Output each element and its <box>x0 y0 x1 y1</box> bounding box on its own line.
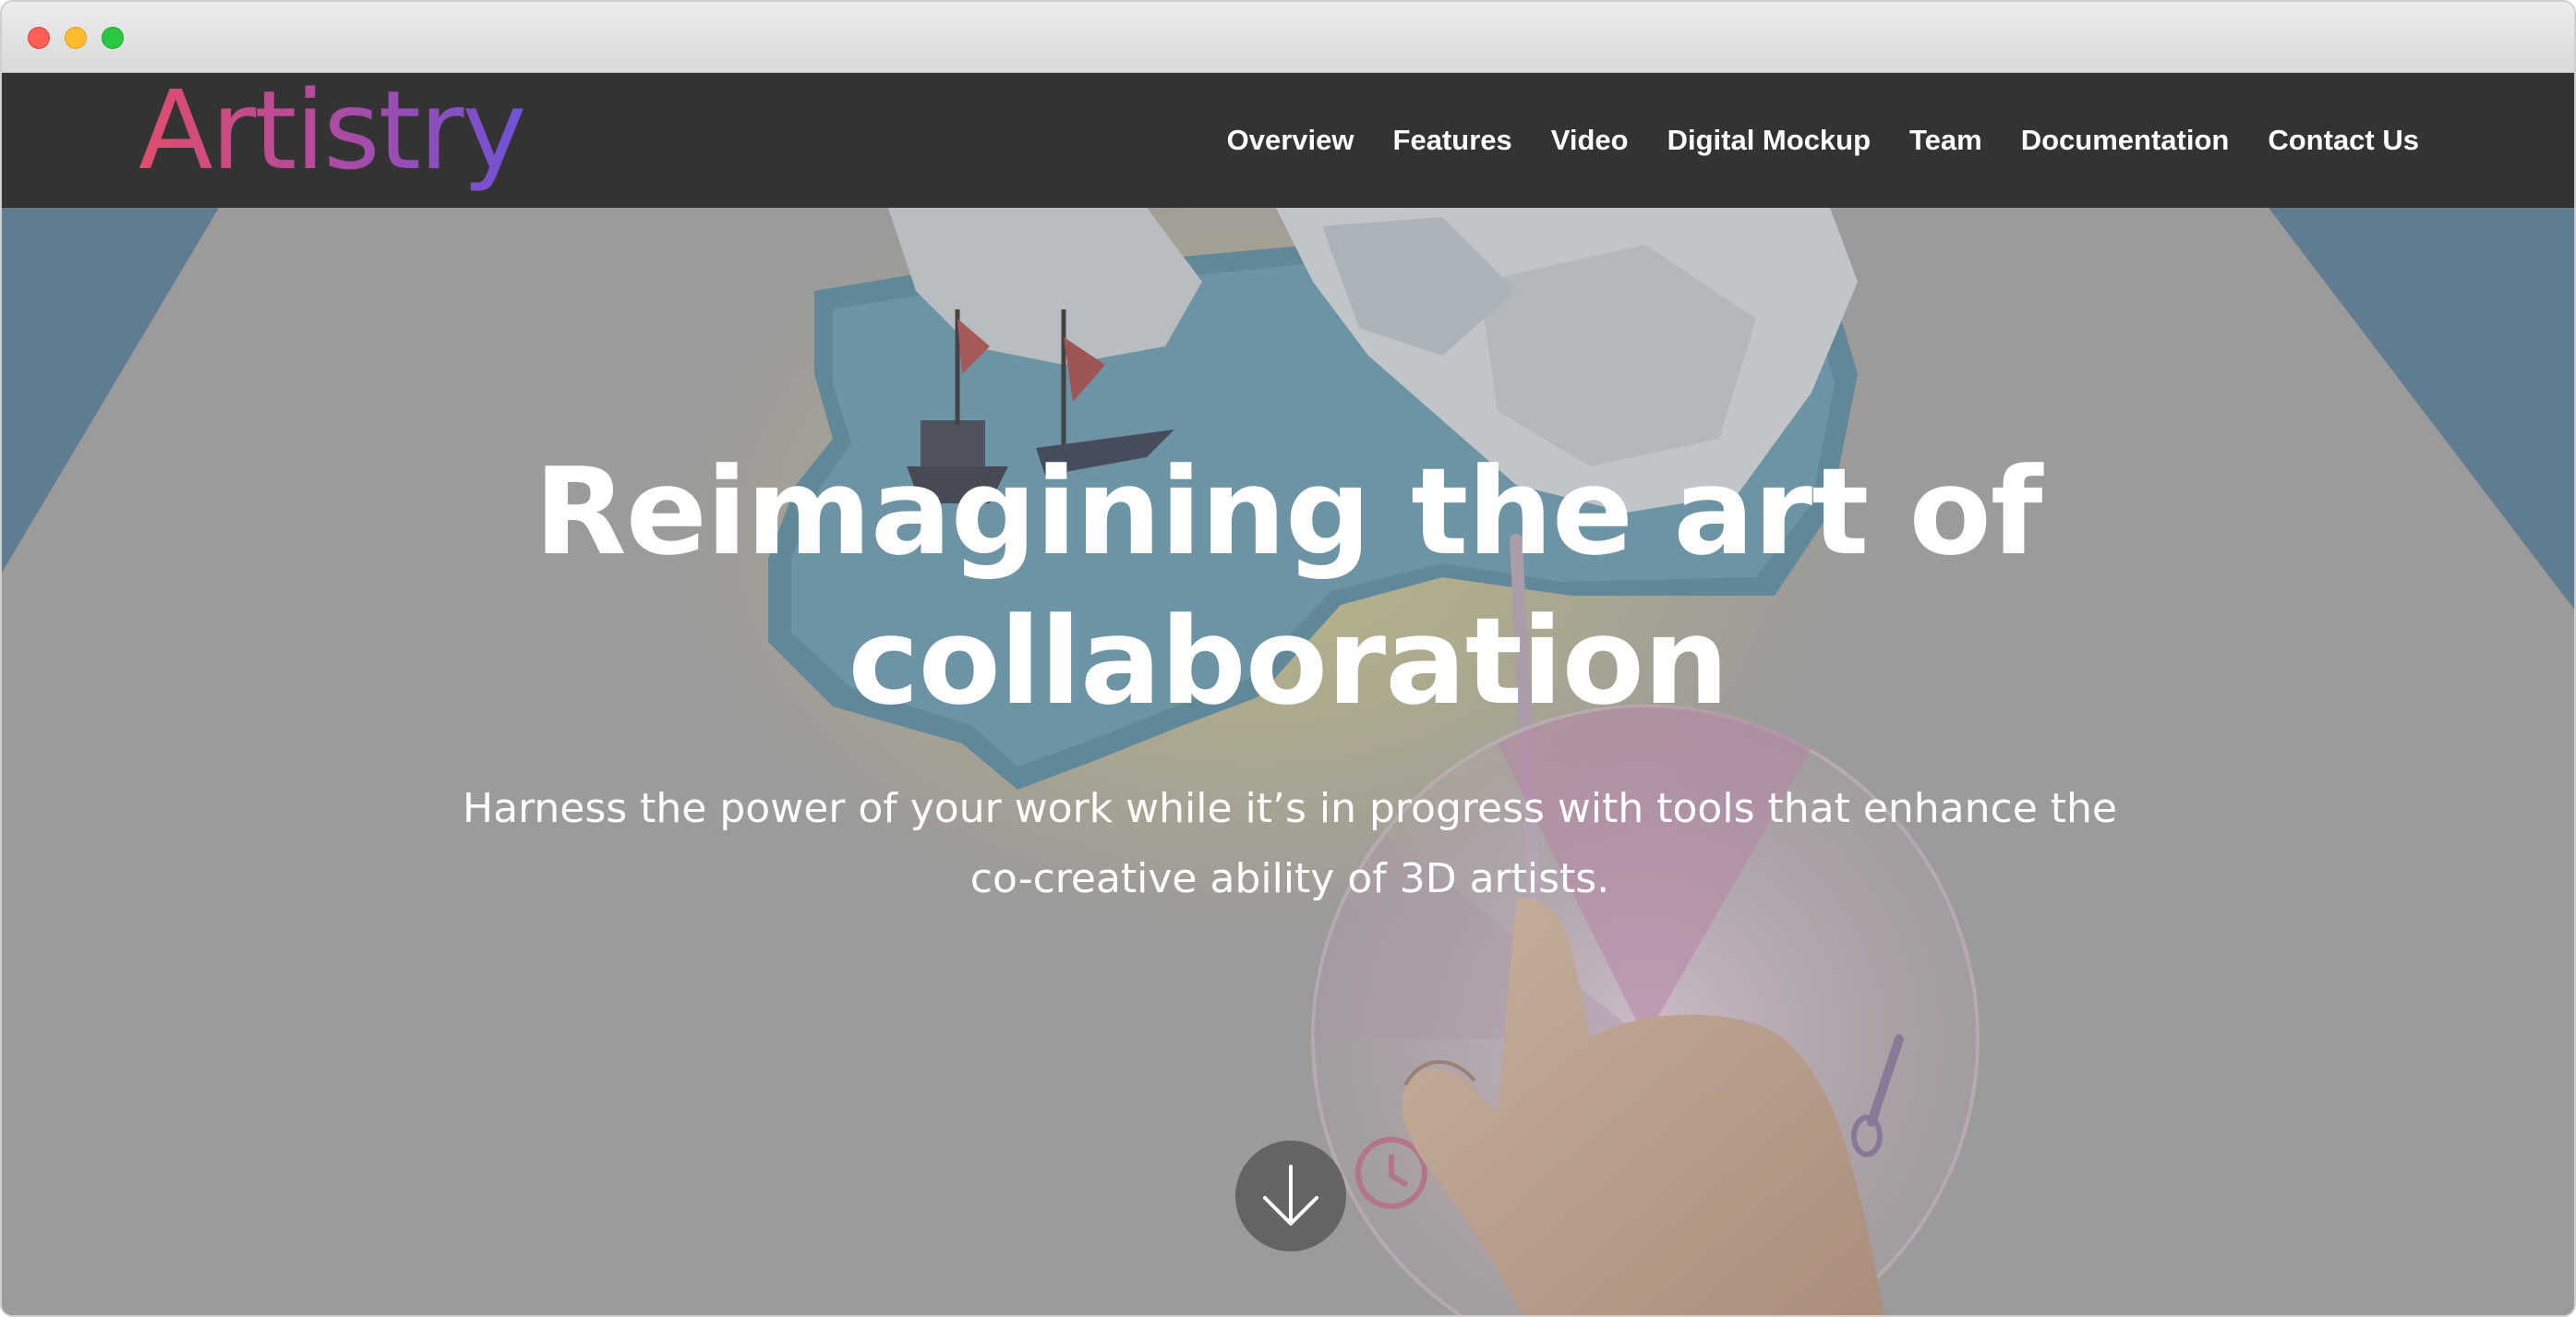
nav-link-features[interactable]: Features <box>1393 124 1512 157</box>
hero-subtitle-line-2: co-creative ability of 3D artists. <box>969 855 1610 902</box>
nav-link-documentation[interactable]: Documentation <box>2021 124 2230 157</box>
hero-title: Reimagining the art of collaboration <box>2 437 2574 736</box>
hero-subtitle-line-1: Harness the power of your work while it’… <box>463 785 2117 832</box>
nav-link-team[interactable]: Team <box>1909 124 1982 157</box>
minimize-window-button[interactable] <box>65 27 87 49</box>
nav-link-digital-mockup[interactable]: Digital Mockup <box>1667 124 1871 157</box>
nav-links: Overview Features Video Digital Mockup T… <box>1227 73 2419 208</box>
close-window-button[interactable] <box>28 27 50 49</box>
hero-subtitle: Harness the power of your work while it’… <box>427 774 2153 914</box>
nav-link-video[interactable]: Video <box>1551 124 1629 157</box>
scroll-down-button[interactable] <box>1235 1141 1346 1251</box>
site-navbar: Artistry Overview Features Video Digital… <box>2 73 2574 208</box>
maximize-window-button[interactable] <box>102 27 124 49</box>
nav-link-contact-us[interactable]: Contact Us <box>2268 124 2419 157</box>
hero-title-line-1: Reimagining the art of <box>534 441 2043 582</box>
hero-section: Reimagining the art of collaboration Har… <box>2 208 2574 1315</box>
browser-window: Artistry Overview Features Video Digital… <box>0 0 2576 1317</box>
window-titlebar <box>2 2 2574 73</box>
hero-title-line-2: collaboration <box>848 591 1729 731</box>
arrow-down-icon <box>1263 1165 1318 1226</box>
nav-link-overview[interactable]: Overview <box>1227 124 1354 157</box>
logo[interactable]: Artistry <box>138 73 526 208</box>
